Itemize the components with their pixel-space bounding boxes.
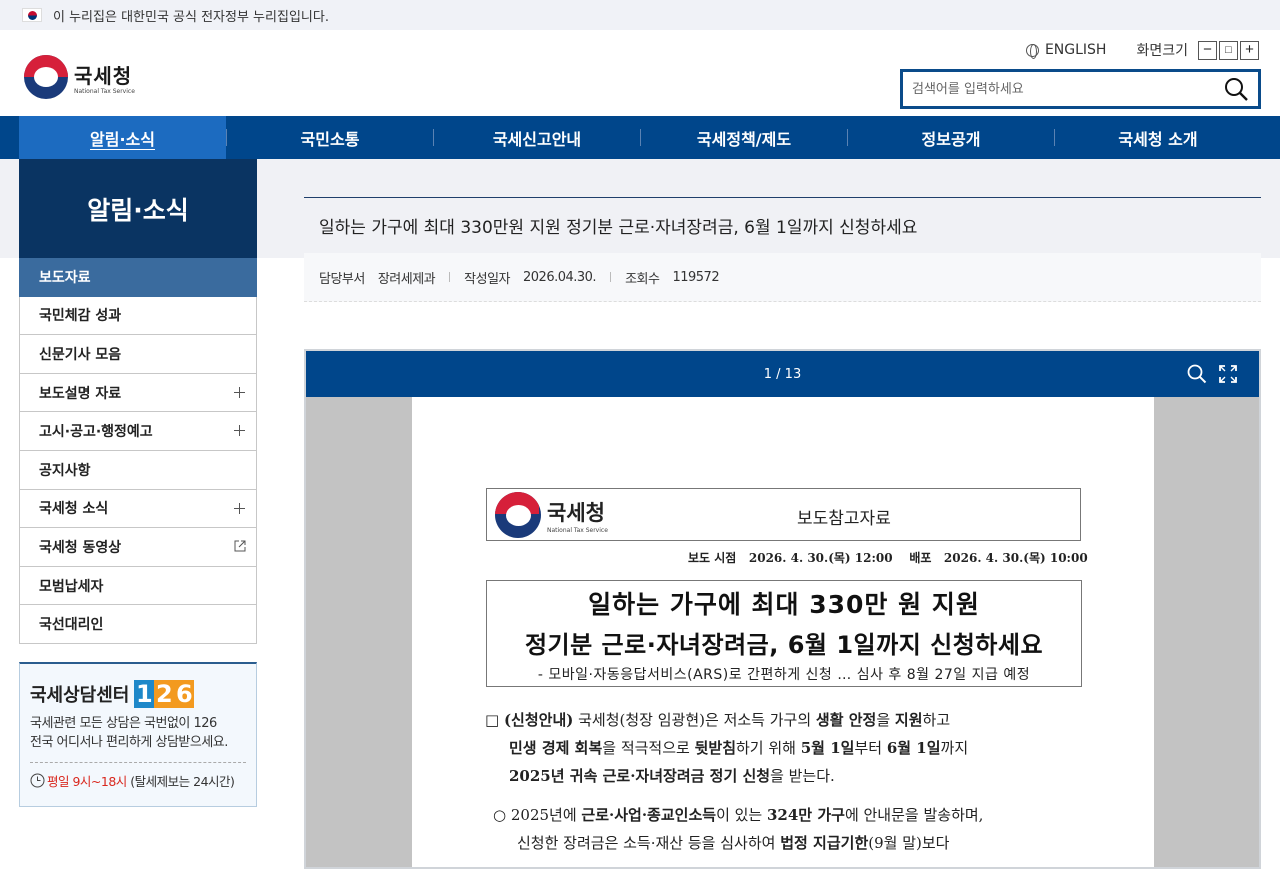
article-dept: 장려세제과: [377, 271, 436, 287]
search-input[interactable]: [903, 72, 1203, 106]
page-indicator: 1 / 13: [763, 366, 802, 382]
fullscreen-icon[interactable]: [1219, 365, 1237, 383]
sidebar-item-tax-agent[interactable]: 국선대리인: [19, 605, 257, 644]
site-logo[interactable]: 국세청 National Tax Service: [24, 55, 135, 99]
consult-number: 126: [134, 680, 195, 708]
clock-icon: [30, 773, 45, 788]
consult-hours: 평일 9시~18시 (탈세제보는 24시간): [30, 771, 246, 790]
sidebar-item-notices-announcements[interactable]: 고시·공고·행정예고: [19, 412, 257, 451]
nav-tax-policy[interactable]: 국세정책/제도: [641, 116, 847, 159]
font-increase-button[interactable]: +: [1240, 40, 1259, 60]
document-viewer: 1 / 13 국세청 National Tax Service 보도참고자료 보…: [304, 349, 1261, 869]
sidebar-menu: 보도자료 국민체감 성과 신문기사 모음 보도설명 자료 고시·공고·행정예고 …: [19, 258, 257, 644]
nav-about[interactable]: 국세청 소개: [1055, 116, 1261, 159]
nav-tax-filing[interactable]: 국세신고안내: [434, 116, 640, 159]
utility-bar: ENGLISH 화면크기 − □ +: [1025, 40, 1259, 60]
logo-text-ko: 국세청: [74, 63, 133, 88]
sidebar-item-news-clips[interactable]: 신문기사 모음: [19, 335, 257, 374]
consult-title: 국세상담센터: [30, 685, 130, 706]
search-box: [900, 69, 1261, 109]
nav-news[interactable]: 알림·소식: [19, 116, 226, 159]
consult-center-box: 국세상담센터 126 국세관련 모든 상담은 국번없이 126 전국 어디서나 …: [19, 662, 257, 807]
sidebar-item-press-explanations[interactable]: 보도설명 자료: [19, 373, 257, 413]
expand-plus-icon[interactable]: [234, 425, 245, 437]
doc-release-time: 보도 시점 2026. 4. 30.(목) 12:00 배포 2026. 4. …: [688, 551, 1088, 565]
nav-communication[interactable]: 국민소통: [227, 116, 433, 159]
nav-disclosure[interactable]: 정보공개: [848, 116, 1054, 159]
sidebar-item-performance[interactable]: 국민체감 성과: [19, 296, 257, 336]
doc-type: 보도참고자료: [797, 509, 891, 529]
sidebar-item-press-release[interactable]: 보도자료: [19, 258, 257, 297]
external-link-icon: [234, 540, 246, 552]
doc-paragraph-1: □ (신청안내) 국세청(청장 임광현)은 저소득 가구의 생활 안정을 지원하…: [485, 711, 969, 785]
sidebar-item-videos[interactable]: 국세청 동영상: [19, 528, 257, 567]
article-title: 일하는 가구에 최대 330만원 지원 정기분 근로·자녀장려금, 6월 1일까…: [304, 197, 1261, 253]
article-views: 119572: [672, 269, 720, 285]
sidebar-item-notices[interactable]: 공지사항: [19, 450, 257, 490]
expand-plus-icon[interactable]: [234, 502, 245, 514]
article-date: 2026.04.30.: [523, 269, 597, 285]
search-icon[interactable]: [1224, 77, 1248, 101]
sidebar-item-nts-news[interactable]: 국세청 소식: [19, 489, 257, 529]
font-size-label: 화면크기: [1136, 43, 1188, 59]
doc-title-box: 일하는 가구에 최대 330만 원 지원 정기분 근로·자녀장려금, 6월 1일…: [486, 580, 1082, 687]
logo-text-en: National Tax Service: [74, 87, 135, 95]
nts-emblem-icon: [24, 55, 68, 99]
gov-banner-text: 이 누리집은 대한민국 공식 전자정부 누리집입니다.: [53, 9, 329, 25]
korea-flag-icon: [22, 8, 42, 22]
article-meta: 담당부서 장려세제과 작성일자 2026.04.30. 조회수 119572: [304, 253, 1261, 302]
header: 국세청 National Tax Service ENGLISH 화면크기 − …: [0, 30, 1280, 116]
sidebar-item-model-taxpayer[interactable]: 모범납세자: [19, 566, 257, 606]
font-decrease-button[interactable]: −: [1198, 40, 1217, 60]
doc-emblem-icon: [495, 492, 541, 538]
consult-desc: 국세관련 모든 상담은 국번없이 126 전국 어디서나 편리하게 상담받으세요…: [30, 714, 246, 763]
english-link[interactable]: ENGLISH: [1045, 42, 1107, 58]
zoom-icon[interactable]: [1187, 364, 1207, 384]
doc-header: 국세청 National Tax Service 보도참고자료: [486, 488, 1081, 541]
expand-plus-icon[interactable]: [234, 386, 245, 398]
globe-icon: [1025, 43, 1039, 59]
gov-banner: 이 누리집은 대한민국 공식 전자정부 누리집입니다.: [0, 0, 1280, 30]
viewer-toolbar: 1 / 13: [306, 351, 1259, 397]
main-nav: 알림·소식 국민소통 국세신고안내 국세정책/제도 정보공개 국세청 소개: [0, 116, 1280, 159]
font-reset-button[interactable]: □: [1219, 40, 1238, 60]
doc-paragraph-2: ○ 2025년에 근로·사업·종교인소득이 있는 324만 가구에 안내문을 발…: [493, 806, 984, 852]
sidebar-title: 알림·소식: [19, 159, 257, 258]
document-page: 국세청 National Tax Service 보도참고자료 보도 시점 20…: [412, 397, 1154, 867]
